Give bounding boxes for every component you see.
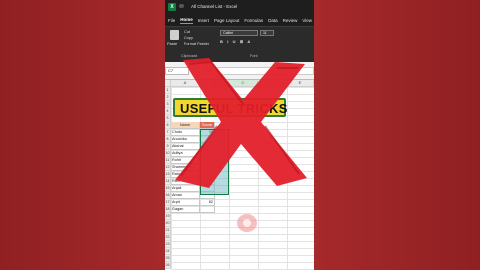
table-cell-name[interactable]: Chotu: [171, 129, 200, 136]
column-header-d[interactable]: D: [258, 80, 287, 87]
tab-home[interactable]: Home: [180, 17, 193, 24]
paste-icon[interactable]: [170, 30, 179, 40]
font-group-label: Font: [250, 54, 258, 58]
table-cell-name[interactable]: Rahul: [171, 171, 200, 178]
format-painter-button[interactable]: Format Painter: [184, 42, 209, 46]
column-header-a[interactable]: A: [171, 80, 200, 87]
table-cell-score[interactable]: 82: [200, 199, 215, 206]
font-name-select[interactable]: Calibri: [220, 30, 258, 36]
font-format-buttons[interactable]: B I U ⊞ A: [220, 39, 252, 44]
tab-formulas[interactable]: Formulas: [244, 18, 263, 23]
ribbon-tabs: File Home Insert Page Layout Formulas Da…: [165, 14, 314, 26]
phone-screen: X All Channel List - Excel File Home Ins…: [165, 0, 314, 270]
tab-insert[interactable]: Insert: [198, 18, 209, 23]
ribbon: Paste Cut Copy Format Painter Calibri 11…: [165, 26, 314, 62]
table-header-name[interactable]: Name: [171, 122, 200, 129]
tab-view[interactable]: View: [302, 18, 312, 23]
column-header-b[interactable]: B: [200, 80, 229, 87]
name-box[interactable]: C7: [165, 67, 189, 75]
table-cell-name[interactable]: Aman: [171, 192, 200, 199]
column-header-c[interactable]: C: [229, 80, 258, 87]
table-cell-name[interactable]: Akshat: [171, 143, 200, 150]
banner-text: USEFUL TRICKS: [180, 101, 288, 116]
formula-bar: C7 fx: [165, 62, 314, 80]
tab-file[interactable]: File: [168, 18, 175, 23]
background-left: [0, 0, 165, 270]
touch-indicator-center: [243, 219, 251, 227]
fx-icon[interactable]: fx: [207, 68, 211, 73]
font-size-select[interactable]: 11: [260, 30, 274, 36]
table-header-score[interactable]: Score: [200, 122, 215, 129]
autosave-toggle[interactable]: [179, 4, 184, 8]
title-bar: X All Channel List - Excel: [165, 0, 314, 14]
copy-button[interactable]: Copy: [184, 36, 193, 40]
table-cell-name[interactable]: Gagan: [171, 206, 200, 213]
table-cell-name[interactable]: Aditya: [171, 150, 200, 157]
table-cell-name[interactable]: Rani: [171, 178, 200, 185]
formula-input[interactable]: [217, 67, 314, 75]
cut-button[interactable]: Cut: [184, 30, 190, 34]
table-cell-name[interactable]: Anushka: [171, 136, 200, 143]
window-title: All Channel List - Excel: [191, 4, 238, 9]
selected-range[interactable]: [200, 129, 229, 195]
excel-app-icon: X: [168, 3, 176, 11]
paste-button[interactable]: Paste: [167, 41, 177, 46]
clipboard-group-label: Clipboard: [181, 54, 198, 58]
tab-review[interactable]: Review: [283, 18, 298, 23]
tab-data[interactable]: Data: [268, 18, 278, 23]
banner: USEFUL TRICKS: [173, 98, 288, 117]
table-cell-score[interactable]: [200, 206, 215, 213]
table-cell-name[interactable]: Arpit: [171, 199, 200, 206]
table-cell-name[interactable]: Sharmistha: [171, 164, 200, 171]
background-right: [314, 0, 480, 270]
column-header-e[interactable]: E: [287, 80, 314, 87]
tab-page-layout[interactable]: Page Layout: [214, 18, 239, 23]
table-cell-name[interactable]: Anjali: [171, 185, 200, 192]
table-cell-name[interactable]: Rohit: [171, 157, 200, 164]
